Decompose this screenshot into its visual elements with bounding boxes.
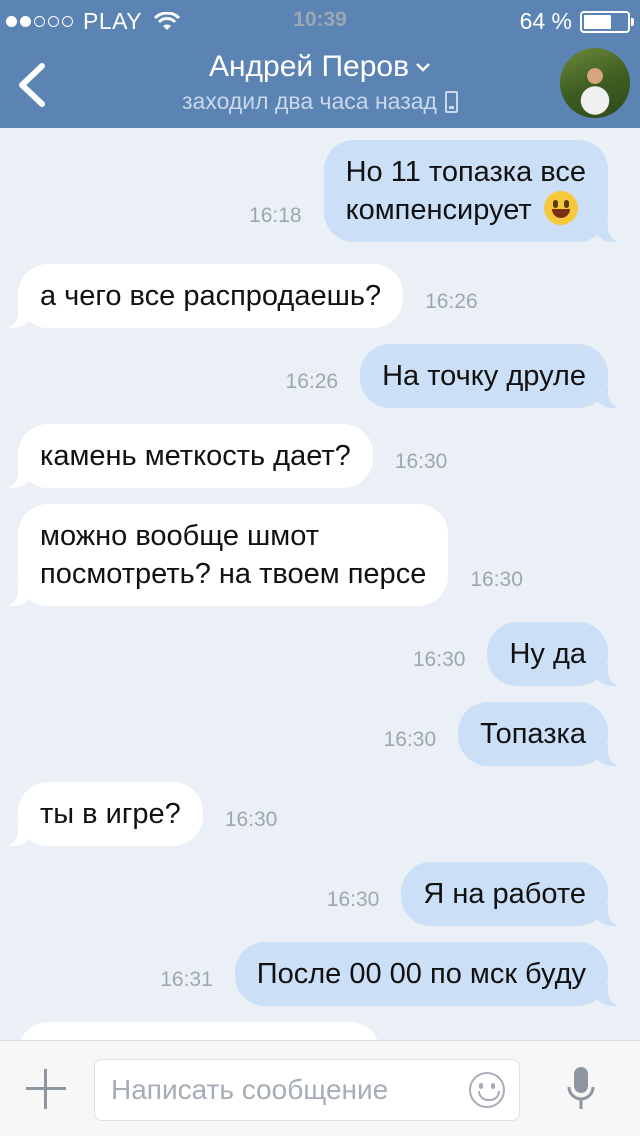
battery-icon	[580, 10, 634, 33]
composer-bar	[0, 1040, 640, 1136]
message-time: 16:30	[470, 568, 523, 591]
message-text: Топазка	[480, 718, 586, 750]
message-time: 16:26	[425, 290, 478, 313]
message-row[interactable]: ты в игре? 16:30	[0, 782, 278, 846]
message-line: а чего все распродаешь?	[40, 280, 382, 312]
status-right: 64 %	[519, 8, 634, 35]
microphone-icon[interactable]	[566, 1065, 596, 1115]
nav-bar: PLAY 10:39 64 % Андрей Перов заходил два…	[0, 0, 640, 128]
message-line: После 00 00 по мск буду	[256, 958, 586, 990]
chat-title[interactable]: Андрей Перов заходил два часа назад	[120, 50, 520, 115]
incoming-bubble[interactable]: можно вообще шмот посмотреть? на твоем пе…	[0, 504, 449, 606]
outgoing-bubble[interactable]: После 00 00 по мск буду	[234, 942, 627, 1006]
last-seen-row: заходил два часа назад	[182, 88, 458, 115]
plus-icon[interactable]	[26, 1069, 66, 1109]
message-row[interactable]: 16:30 Я на работе	[326, 862, 626, 926]
message-line: камень меткость дает?	[40, 440, 351, 472]
message-text: После 00 00 по мск буду	[257, 958, 586, 990]
message-time: 16:18	[249, 204, 302, 227]
message-row[interactable]: 16:30 Ну да	[412, 622, 626, 686]
outgoing-bubble[interactable]: На точку друле	[360, 344, 626, 408]
message-text: а чего все распродаешь?	[40, 280, 381, 312]
message-text: камень меткость дает?	[40, 440, 351, 472]
message-line: Ну да	[509, 638, 586, 670]
contact-name: Андрей Перов	[208, 50, 410, 83]
contact-avatar[interactable]	[560, 48, 630, 118]
incoming-bubble[interactable]: ты в игре?	[0, 782, 203, 846]
outgoing-bubble[interactable]: Топазка	[458, 702, 626, 766]
message-row[interactable]: камень меткость дает? 16:30	[0, 424, 448, 488]
contact-name-row[interactable]: Андрей Перов	[209, 50, 431, 84]
smile-emoji-icon	[543, 191, 578, 225]
message-time: 16:30	[224, 808, 278, 831]
message-list[interactable]: 16:18 Но 11 топазка все компенсирует а чег…	[0, 128, 640, 1040]
outgoing-bubble[interactable]: Но 11 топазка все компенсирует	[323, 140, 627, 242]
message-time: 16:30	[412, 648, 466, 671]
message-text: ты в игре?	[40, 798, 181, 830]
message-time: 16:26	[285, 370, 339, 393]
message-row[interactable]: 16:18 Но 11 топазка все компенсирует	[249, 140, 627, 242]
message-line: можно вообще шмот	[40, 520, 319, 552]
emoji-icon[interactable]	[469, 1072, 505, 1108]
message-time: 16:30	[383, 728, 437, 751]
battery-percent: 64 %	[519, 8, 572, 34]
chevron-down-icon	[416, 63, 430, 72]
message-row[interactable]: 16:26 На точку друле	[285, 344, 626, 408]
message-text: Но 11 топазка все компенсирует	[346, 156, 586, 226]
incoming-bubble[interactable]	[18, 1022, 380, 1040]
message-field-wrap	[94, 1059, 520, 1121]
last-seen-text: заходил два часа назад	[182, 88, 437, 114]
message-row[interactable]: а чего все распродаешь? 16:26	[0, 264, 478, 328]
message-line: ты в игре?	[40, 798, 181, 830]
message-time: 16:30	[326, 888, 380, 911]
message-line: Я на работе	[423, 878, 586, 910]
mobile-phone-icon	[444, 90, 458, 113]
message-line: Но 11 топазка все	[345, 156, 586, 188]
back-arrow-icon[interactable]	[14, 62, 50, 108]
message-row[interactable]	[18, 1022, 402, 1040]
incoming-bubble[interactable]: а чего все распродаешь?	[0, 264, 404, 328]
message-text: можно вообще шмот посмотреть? на твоем пе…	[40, 520, 426, 590]
outgoing-bubble[interactable]: Ну да	[487, 622, 626, 686]
message-line: компенсирует	[345, 194, 532, 226]
message-line: На точку друле	[382, 360, 586, 392]
outgoing-bubble[interactable]: Я на работе	[401, 862, 626, 926]
message-row[interactable]: 16:31 После 00 00 по мск буду	[160, 942, 627, 1006]
message-row[interactable]: 16:30 Топазка	[383, 702, 626, 766]
message-line: посмотреть? на твоем персе	[40, 558, 427, 590]
message-text: Я на работе	[423, 878, 586, 910]
incoming-bubble[interactable]: камень меткость дает?	[0, 424, 373, 488]
message-row[interactable]: можно вообще шмот посмотреть? на твоем пе…	[0, 504, 523, 606]
message-input[interactable]	[95, 1060, 455, 1120]
message-text: На точку друле	[382, 360, 586, 392]
message-line: Топазка	[480, 718, 586, 750]
status-bar: PLAY 10:39 64 %	[0, 0, 640, 40]
message-time: 16:31	[160, 968, 213, 991]
message-time: 16:30	[394, 450, 448, 473]
message-text: Ну да	[509, 638, 586, 670]
